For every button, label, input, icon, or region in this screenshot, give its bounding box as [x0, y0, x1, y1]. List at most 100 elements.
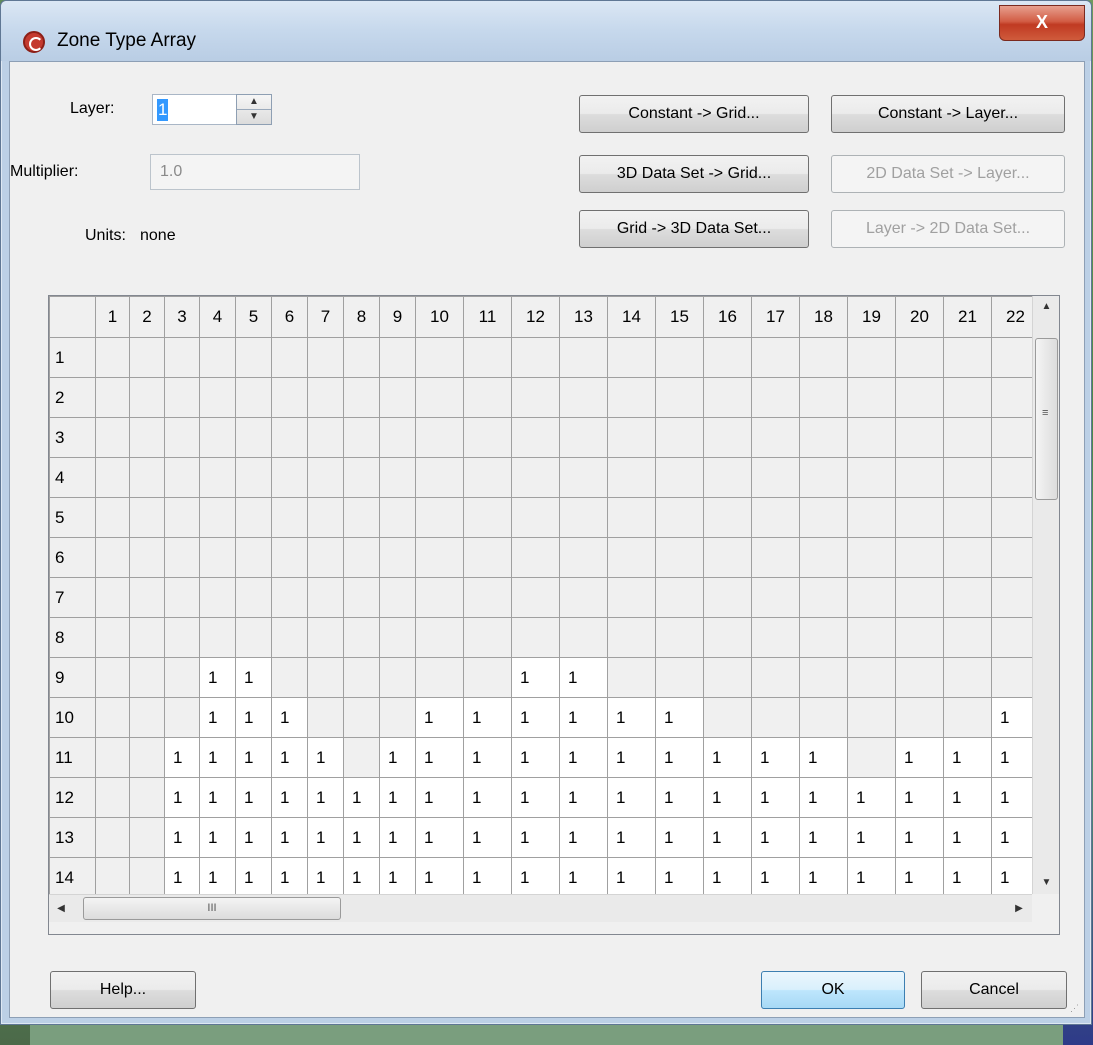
grid-cell[interactable]: [463, 497, 512, 538]
grid-cell[interactable]: [199, 497, 236, 538]
grid-cell[interactable]: [511, 617, 560, 658]
grid-cell[interactable]: [559, 577, 608, 618]
grid-cell[interactable]: 1: [199, 817, 236, 858]
grid-cell[interactable]: [703, 657, 752, 698]
grid-cell[interactable]: [307, 657, 344, 698]
grid-cell[interactable]: 1: [655, 777, 704, 818]
grid-cell[interactable]: [559, 457, 608, 498]
grid-cell[interactable]: [343, 497, 380, 538]
grid-cell[interactable]: [129, 537, 165, 578]
grid-cell[interactable]: 1: [943, 817, 992, 858]
grid-cell[interactable]: [129, 337, 165, 378]
grid-cell[interactable]: 1: [655, 817, 704, 858]
title-bar[interactable]: Zone Type Array X: [1, 1, 1091, 61]
grid-cell[interactable]: [129, 737, 165, 778]
grid-cell[interactable]: [895, 657, 944, 698]
grid-cell[interactable]: [895, 577, 944, 618]
grid-cell[interactable]: 1: [703, 737, 752, 778]
grid-cell[interactable]: 1: [559, 657, 608, 698]
grid-cell[interactable]: [343, 577, 380, 618]
grid-cell[interactable]: 1: [235, 737, 272, 778]
grid-cell[interactable]: [164, 337, 200, 378]
row-header[interactable]: 2: [49, 377, 96, 418]
grid-cell[interactable]: [95, 777, 130, 818]
grid-cell[interactable]: [129, 777, 165, 818]
grid-cell[interactable]: 1: [655, 857, 704, 898]
grid-cell[interactable]: 1: [415, 817, 464, 858]
grid-cell[interactable]: 1: [199, 857, 236, 898]
grid-cell[interactable]: 1: [463, 857, 512, 898]
row-header[interactable]: 12: [49, 777, 96, 818]
grid-cell[interactable]: [703, 697, 752, 738]
column-header[interactable]: 13: [559, 296, 608, 338]
grid-cell[interactable]: 1: [199, 657, 236, 698]
grid-cell[interactable]: 1: [415, 857, 464, 898]
3d-dataset-to-grid-button[interactable]: 3D Data Set -> Grid...: [579, 155, 809, 193]
grid-cell[interactable]: 1: [379, 737, 416, 778]
column-header[interactable]: 14: [607, 296, 656, 338]
row-header[interactable]: 8: [49, 617, 96, 658]
grid-cell[interactable]: [799, 697, 848, 738]
grid-cell[interactable]: [415, 617, 464, 658]
grid-cell[interactable]: [343, 737, 380, 778]
row-header[interactable]: 7: [49, 577, 96, 618]
grid-cell[interactable]: 1: [164, 737, 200, 778]
grid-cell[interactable]: [379, 417, 416, 458]
grid-cell[interactable]: [95, 497, 130, 538]
column-header[interactable]: 8: [343, 296, 380, 338]
grid-cell[interactable]: [199, 417, 236, 458]
grid-cell[interactable]: 1: [271, 857, 308, 898]
grid-cell[interactable]: [607, 617, 656, 658]
grid-cell[interactable]: [199, 537, 236, 578]
grid-cell[interactable]: [895, 497, 944, 538]
grid-cell[interactable]: [199, 337, 236, 378]
grid-cell[interactable]: [847, 417, 896, 458]
grid-cell[interactable]: [271, 417, 308, 458]
grid-cell[interactable]: 1: [307, 777, 344, 818]
grid-cell[interactable]: [129, 417, 165, 458]
grid-cell[interactable]: [95, 577, 130, 618]
grid-cell[interactable]: [943, 617, 992, 658]
grid-cell[interactable]: [415, 497, 464, 538]
grid-cell[interactable]: [343, 617, 380, 658]
grid-cell[interactable]: [271, 337, 308, 378]
grid-cell[interactable]: 1: [379, 777, 416, 818]
grid-cell[interactable]: [799, 577, 848, 618]
grid-cell[interactable]: [235, 377, 272, 418]
grid-cell[interactable]: [199, 617, 236, 658]
grid-cell[interactable]: [95, 377, 130, 418]
grid-cell[interactable]: [129, 497, 165, 538]
column-header[interactable]: 21: [943, 296, 992, 338]
column-header[interactable]: 17: [751, 296, 800, 338]
grid-cell[interactable]: [95, 617, 130, 658]
grid-cell[interactable]: [379, 657, 416, 698]
grid-cell[interactable]: [307, 457, 344, 498]
row-header[interactable]: 4: [49, 457, 96, 498]
grid-cell[interactable]: [271, 657, 308, 698]
grid-cell[interactable]: [307, 577, 344, 618]
grid-cell[interactable]: [895, 617, 944, 658]
close-button[interactable]: X: [999, 5, 1085, 41]
grid-cell[interactable]: [751, 377, 800, 418]
grid-cell[interactable]: [379, 617, 416, 658]
grid-cell[interactable]: [799, 337, 848, 378]
grid-cell[interactable]: [95, 817, 130, 858]
grid-cell[interactable]: [415, 337, 464, 378]
column-header[interactable]: 18: [799, 296, 848, 338]
grid-cell[interactable]: 1: [703, 857, 752, 898]
grid-cell[interactable]: [943, 577, 992, 618]
layer-input[interactable]: 1: [152, 94, 239, 125]
constant-to-layer-button[interactable]: Constant -> Layer...: [831, 95, 1065, 133]
grid-cell[interactable]: [703, 537, 752, 578]
horizontal-scrollbar[interactable]: ◀ III ▶: [49, 894, 1032, 922]
grid-cell[interactable]: [607, 577, 656, 618]
grid-cell[interactable]: [164, 537, 200, 578]
column-header[interactable]: 9: [379, 296, 416, 338]
grid-cell[interactable]: [943, 377, 992, 418]
grid-cell[interactable]: [129, 377, 165, 418]
grid-cell[interactable]: [655, 417, 704, 458]
grid-cell[interactable]: 1: [895, 857, 944, 898]
grid-cell[interactable]: [271, 457, 308, 498]
grid-cell[interactable]: [199, 457, 236, 498]
grid-cell[interactable]: [307, 697, 344, 738]
